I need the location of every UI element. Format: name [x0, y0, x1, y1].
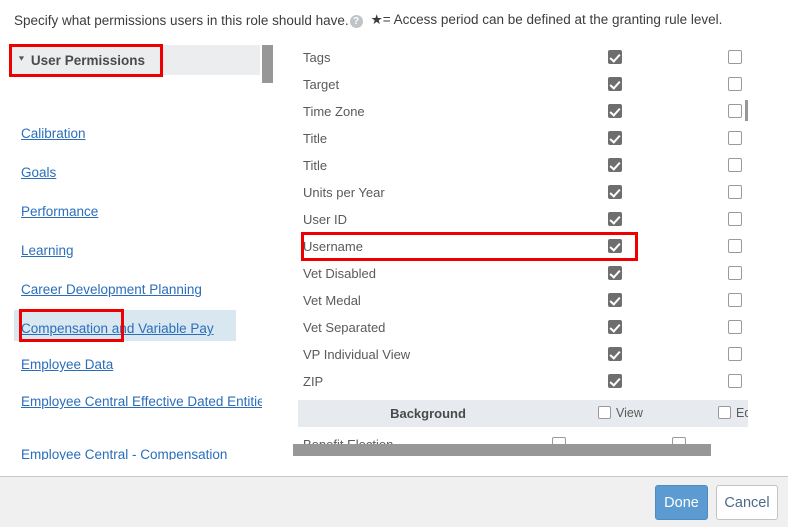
- permission-list-panel: Tags Target Time Zone Title Title Units per Y…: [290, 40, 748, 460]
- view-checkbox[interactable]: [608, 347, 622, 361]
- permission-label: Username: [303, 239, 363, 254]
- view-checkbox[interactable]: [608, 104, 622, 118]
- group-view-checkbox[interactable]: [598, 406, 611, 419]
- edit-checkbox[interactable]: [728, 266, 742, 280]
- permission-row: Time Zone: [290, 99, 748, 126]
- permission-panel-vertical-scrollbar-thumb[interactable]: [745, 100, 748, 121]
- permission-label: VP Individual View: [303, 347, 410, 362]
- group-edit-checkbox[interactable]: [718, 406, 731, 419]
- group-view-label: View: [616, 406, 643, 420]
- chevron-down-icon: ▼: [17, 54, 26, 62]
- view-checkbox[interactable]: [608, 77, 622, 91]
- sidebar-item-employee-data[interactable]: Employee Data: [0, 355, 274, 374]
- edit-checkbox[interactable]: [728, 77, 742, 91]
- edit-checkbox[interactable]: [728, 158, 742, 172]
- sidebar-item-label[interactable]: Calibration: [21, 126, 86, 141]
- permission-row: Username: [290, 234, 748, 261]
- sidebar-header-user-permissions[interactable]: ▼ User Permissions: [10, 45, 260, 75]
- sidebar-scrollbar-thumb[interactable]: [262, 45, 273, 83]
- sidebar-item-career-development-planning[interactable]: Career Development Planning: [0, 280, 274, 299]
- permission-label: User ID: [303, 212, 347, 227]
- sidebar-scrollbar-track[interactable]: [262, 40, 273, 460]
- user-permissions-sidebar: ▼ User Permissions Calibration Goals Perfo…: [0, 40, 274, 460]
- view-checkbox[interactable]: [608, 50, 622, 64]
- permission-label: Time Zone: [303, 104, 365, 119]
- permission-row: Tags: [290, 45, 748, 72]
- permission-label: Title: [303, 158, 327, 173]
- sidebar-item-label[interactable]: Performance: [21, 204, 98, 219]
- sidebar-item-label[interactable]: Compensation and Variable Pay: [21, 321, 214, 336]
- group-edit-label: Edit: [736, 406, 748, 420]
- access-period-note: ★= Access period can be defined at the g…: [371, 12, 723, 28]
- view-checkbox[interactable]: [608, 293, 622, 307]
- permission-row: User ID: [290, 207, 748, 234]
- permission-group-header-background: Background View Edit: [298, 400, 748, 427]
- dialog-footer: Done Cancel: [0, 476, 788, 527]
- permission-row: VP Individual View: [290, 342, 748, 369]
- sidebar-item-label[interactable]: Learning: [21, 243, 74, 258]
- sidebar-item-label[interactable]: Career Development Planning: [21, 282, 202, 297]
- edit-checkbox[interactable]: [728, 212, 742, 226]
- edit-checkbox[interactable]: [728, 131, 742, 145]
- permission-row: Vet Disabled: [290, 261, 748, 288]
- permission-panel-horizontal-scrollbar-thumb[interactable]: [293, 444, 711, 456]
- edit-checkbox[interactable]: [728, 293, 742, 307]
- view-checkbox[interactable]: [608, 374, 622, 388]
- sidebar-item-employee-central-effective-dated-entities[interactable]: Employee Central Effective Dated Entitie…: [0, 392, 274, 411]
- edit-checkbox[interactable]: [728, 50, 742, 64]
- view-checkbox[interactable]: [608, 320, 622, 334]
- view-checkbox[interactable]: [608, 185, 622, 199]
- cancel-button[interactable]: Cancel: [716, 485, 778, 520]
- permission-label: Units per Year: [303, 185, 385, 200]
- permission-row: Title: [290, 126, 748, 153]
- help-circle-icon[interactable]: ?: [350, 15, 363, 28]
- permission-label: Title: [303, 131, 327, 146]
- edit-checkbox[interactable]: [728, 185, 742, 199]
- instruction-bar: Specify what permissions users in this r…: [0, 0, 788, 40]
- sidebar-item-performance[interactable]: Performance: [0, 202, 274, 221]
- permission-row: Vet Separated: [290, 315, 748, 342]
- edit-checkbox[interactable]: [728, 320, 742, 334]
- view-checkbox[interactable]: [608, 239, 622, 253]
- edit-checkbox[interactable]: [728, 239, 742, 253]
- instruction-text: Specify what permissions users in this r…: [14, 13, 349, 28]
- permission-label: Vet Separated: [303, 320, 385, 335]
- permission-label: ZIP: [303, 374, 323, 389]
- view-checkbox[interactable]: [608, 158, 622, 172]
- sidebar-header-label: User Permissions: [31, 53, 145, 68]
- permission-label: Target: [303, 77, 339, 92]
- permission-row: ZIP: [290, 369, 748, 396]
- edit-checkbox[interactable]: [728, 374, 742, 388]
- edit-checkbox[interactable]: [728, 104, 742, 118]
- sidebar-item-label[interactable]: Employee Data: [21, 357, 113, 372]
- permission-label: Vet Medal: [303, 293, 361, 308]
- permission-row: Title: [290, 153, 748, 180]
- permission-row: Target: [290, 72, 748, 99]
- view-checkbox[interactable]: [608, 212, 622, 226]
- permission-label: Vet Disabled: [303, 266, 376, 281]
- permission-row: Vet Medal: [290, 288, 748, 315]
- permission-row: Units per Year: [290, 180, 748, 207]
- sidebar-item-calibration[interactable]: Calibration: [0, 124, 274, 143]
- sidebar-item-goals[interactable]: Goals: [0, 163, 274, 182]
- sidebar-item-compensation-and-variable-pay[interactable]: Compensation and Variable Pay: [0, 319, 274, 338]
- sidebar-item-label[interactable]: Goals: [21, 165, 56, 180]
- edit-checkbox[interactable]: [728, 347, 742, 361]
- permission-label: Tags: [303, 50, 330, 65]
- sidebar-item-label[interactable]: Employee Central Effective Dated Entitie…: [21, 394, 271, 409]
- view-checkbox[interactable]: [608, 266, 622, 280]
- sidebar-item-employee-central-compensation-integration[interactable]: Employee Central - Compensation Integrat…: [0, 445, 274, 460]
- sidebar-item-label[interactable]: Employee Central - Compensation Integrat…: [21, 447, 227, 460]
- done-button[interactable]: Done: [655, 485, 708, 520]
- group-header-title: Background: [298, 406, 558, 421]
- sidebar-item-learning[interactable]: Learning: [0, 241, 274, 260]
- view-checkbox[interactable]: [608, 131, 622, 145]
